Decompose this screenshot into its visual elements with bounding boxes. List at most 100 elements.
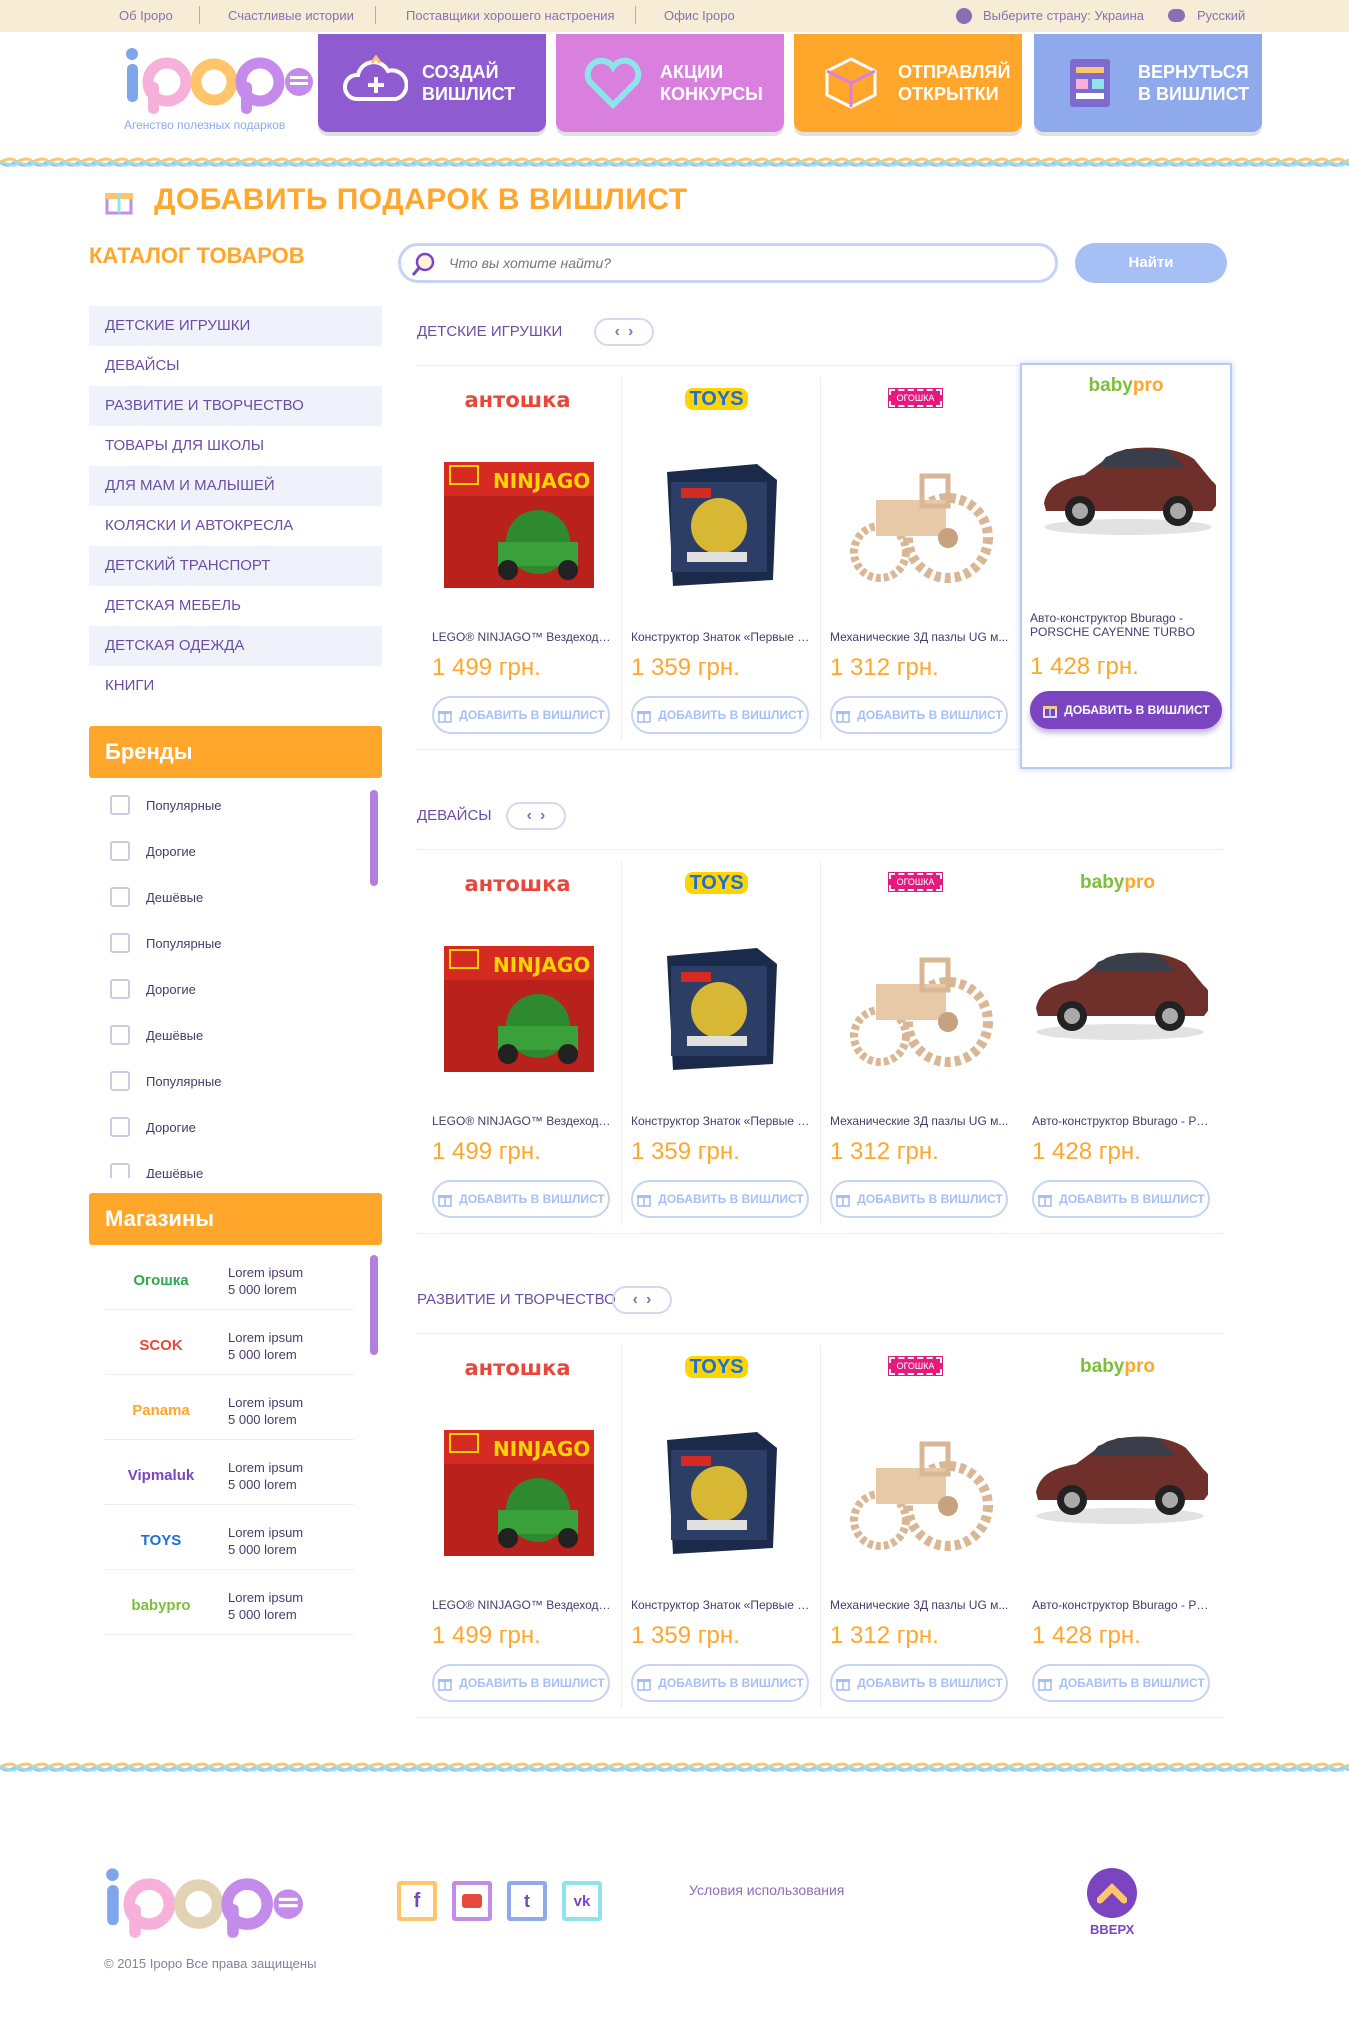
product-name[interactable]: Конструктор Знаток «Первые ш... bbox=[631, 1598, 811, 1612]
section-title: Детские игрушки bbox=[417, 323, 563, 340]
chevron-right-icon[interactable]: › bbox=[540, 807, 545, 825]
store-info: Lorem ipsum 5 000 lorem bbox=[228, 1264, 303, 1298]
product-name[interactable]: LEGO® NINJAGO™ Вездеход дл... bbox=[432, 1114, 612, 1128]
search-button[interactable]: Найти bbox=[1075, 243, 1227, 283]
product-image[interactable] bbox=[617, 1420, 816, 1560]
add-to-wishlist-button[interactable]: Добавить в вишлист bbox=[432, 1664, 610, 1702]
chevron-left-icon[interactable]: ‹ bbox=[615, 323, 620, 341]
section-carousel-arrows[interactable]: ‹ › bbox=[612, 1286, 672, 1314]
product-card[interactable]: антошка NINJAGO LEGO® NINJAGO™ Вездеход дл… bbox=[418, 378, 617, 768]
store-logo[interactable]: TOYS bbox=[116, 1532, 206, 1549]
product-card[interactable]: ОГОШКА Механические 3Д пазлы UG м... 1 312… bbox=[816, 1346, 1015, 1736]
scroll-up-button[interactable] bbox=[1087, 1868, 1137, 1918]
vk-icon[interactable]: vk bbox=[562, 1881, 602, 1921]
product-card[interactable]: babypro Авто-конструктор Bburago - PO... 1… bbox=[1018, 1346, 1217, 1736]
tile-label-line2: открытки bbox=[898, 84, 999, 104]
add-to-wishlist-button[interactable]: Добавить в вишлист bbox=[1032, 1180, 1210, 1218]
product-image[interactable] bbox=[617, 452, 816, 592]
brand-checkbox[interactable] bbox=[110, 1117, 130, 1137]
terms-link[interactable]: Условия использования bbox=[689, 1882, 844, 1898]
footer-logo[interactable] bbox=[104, 1866, 304, 1938]
add-to-wishlist-button[interactable]: Добавить в вишлист bbox=[432, 696, 610, 734]
product-card[interactable]: ОГОШКА Механические 3Д пазлы UG м... 1 312… bbox=[816, 378, 1015, 768]
add-to-wishlist-button[interactable]: Добавить в вишлист bbox=[1030, 691, 1222, 729]
product-image[interactable] bbox=[1018, 1420, 1217, 1530]
product-name[interactable]: Авто-конструктор Bburago - PO... bbox=[1032, 1114, 1212, 1128]
chevron-left-icon[interactable]: ‹ bbox=[633, 1291, 638, 1309]
language-selector[interactable]: Русский bbox=[1197, 8, 1245, 23]
brand-checkbox[interactable] bbox=[110, 1163, 130, 1178]
product-card[interactable]: TOYS Конструктор Знаток «Первые ш... 1 359… bbox=[617, 1346, 816, 1736]
add-to-wishlist-button[interactable]: Добавить в вишлист bbox=[830, 1180, 1008, 1218]
add-to-wishlist-button[interactable]: Добавить в вишлист bbox=[432, 1180, 610, 1218]
product-image[interactable] bbox=[1018, 936, 1217, 1046]
store-logo[interactable]: Огошка bbox=[116, 1272, 206, 1289]
store-logo[interactable]: Panama bbox=[116, 1402, 206, 1419]
add-to-wishlist-button[interactable]: Добавить в вишлист bbox=[631, 1180, 809, 1218]
brands-scrollbar[interactable] bbox=[370, 790, 378, 886]
product-card[interactable]: TOYS Конструктор Знаток «Первые ш... 1 359… bbox=[617, 862, 816, 1252]
twitter-icon[interactable]: t bbox=[507, 1881, 547, 1921]
add-to-wishlist-button[interactable]: Добавить в вишлист bbox=[631, 1664, 809, 1702]
product-card[interactable]: антошка NINJAGO LEGO® NINJAGO™ Вездеход дл… bbox=[418, 862, 617, 1252]
section-carousel-arrows[interactable]: ‹ › bbox=[594, 318, 654, 346]
product-name[interactable]: Механические 3Д пазлы UG м... bbox=[830, 1598, 1010, 1612]
add-to-wishlist-button[interactable]: Добавить в вишлист bbox=[1032, 1664, 1210, 1702]
store-name: Lorem ipsum bbox=[228, 1395, 304, 1410]
chevron-left-icon[interactable]: ‹ bbox=[527, 807, 532, 825]
youtube-icon[interactable] bbox=[452, 1881, 492, 1921]
topbar-link-suppliers[interactable]: Поставщики хорошего настроения bbox=[406, 8, 615, 23]
section-carousel-arrows[interactable]: ‹ › bbox=[506, 802, 566, 830]
add-to-wishlist-button[interactable]: Добавить в вишлист bbox=[830, 696, 1008, 734]
brand-checkbox[interactable] bbox=[110, 795, 130, 815]
brand-checkbox[interactable] bbox=[110, 933, 130, 953]
product-image[interactable] bbox=[816, 452, 1015, 592]
tile-promotions[interactable]: Акции конкурсы bbox=[556, 34, 784, 132]
store-info: Lorem ipsum 5 000 lorem bbox=[228, 1394, 303, 1428]
stores-scrollbar[interactable] bbox=[370, 1255, 378, 1355]
chevron-right-icon[interactable]: › bbox=[628, 323, 633, 341]
product-name[interactable]: Конструктор Знаток «Первые ш... bbox=[631, 630, 811, 644]
chevron-right-icon[interactable]: › bbox=[646, 1291, 651, 1309]
product-name[interactable]: Авто-конструктор Bburago - PORSCHE CAYEN… bbox=[1030, 611, 1220, 639]
brand-checkbox[interactable] bbox=[110, 887, 130, 907]
store-logo[interactable]: babypro bbox=[116, 1597, 206, 1614]
brand-checkbox[interactable] bbox=[110, 1025, 130, 1045]
product-name[interactable]: Механические 3Д пазлы UG м... bbox=[830, 630, 1010, 644]
product-card[interactable]: babypro Авто-конструктор Bburago - PO... 1… bbox=[1018, 862, 1217, 1252]
store-name: Lorem ipsum bbox=[228, 1330, 304, 1345]
add-to-wishlist-button[interactable]: Добавить в вишлист bbox=[830, 1664, 1008, 1702]
product-image[interactable] bbox=[816, 936, 1015, 1076]
product-card[interactable]: babypro Авто-конструктор Bburago - PORSCH… bbox=[1020, 363, 1232, 769]
product-image[interactable]: NINJAGO bbox=[418, 452, 617, 592]
add-to-wishlist-button[interactable]: Добавить в вишлист bbox=[631, 696, 809, 734]
topbar-link-office[interactable]: Офис Ipopo bbox=[664, 8, 735, 23]
tile-back-to-wishlist[interactable]: Вернуться в вишлист bbox=[1034, 34, 1262, 132]
brand-checkbox[interactable] bbox=[110, 1071, 130, 1091]
store-logo[interactable]: Vipmaluk bbox=[116, 1467, 206, 1484]
product-image[interactable] bbox=[816, 1420, 1015, 1560]
tile-send-cards[interactable]: Отправляй открытки bbox=[794, 34, 1022, 132]
brand-checkbox[interactable] bbox=[110, 979, 130, 999]
product-card[interactable]: ОГОШКА Механические 3Д пазлы UG м... 1 312… bbox=[816, 862, 1015, 1252]
product-name[interactable]: Конструктор Знаток «Первые ш... bbox=[631, 1114, 811, 1128]
country-selector[interactable]: Выберите страну: Украина bbox=[983, 8, 1144, 23]
store-logo[interactable]: SCOK bbox=[116, 1337, 206, 1354]
search-box[interactable] bbox=[398, 243, 1058, 283]
product-price: 1 312 грн. bbox=[830, 1138, 939, 1165]
product-name[interactable]: Авто-конструктор Bburago - PO... bbox=[1032, 1598, 1212, 1612]
facebook-icon[interactable]: f bbox=[397, 1881, 437, 1921]
product-image[interactable] bbox=[1022, 431, 1230, 541]
product-name[interactable]: LEGO® NINJAGO™ Вездеход дл... bbox=[432, 630, 612, 644]
brand-checkbox[interactable] bbox=[110, 841, 130, 861]
product-price: 1 312 грн. bbox=[830, 654, 939, 681]
product-image[interactable] bbox=[617, 936, 816, 1076]
product-card[interactable]: антошка NINJAGO LEGO® NINJAGO™ Вездеход дл… bbox=[418, 1346, 617, 1736]
product-card[interactable]: TOYS Конструктор Знаток «Первые ш... 1 359… bbox=[617, 378, 816, 768]
product-image[interactable]: NINJAGO bbox=[418, 936, 617, 1076]
product-name[interactable]: LEGO® NINJAGO™ Вездеход дл... bbox=[432, 1598, 612, 1612]
product-name[interactable]: Механические 3Д пазлы UG м... bbox=[830, 1114, 1010, 1128]
search-input[interactable] bbox=[449, 252, 1039, 274]
product-brand-logo: babypro bbox=[1022, 375, 1230, 405]
product-image[interactable]: NINJAGO bbox=[418, 1420, 617, 1560]
